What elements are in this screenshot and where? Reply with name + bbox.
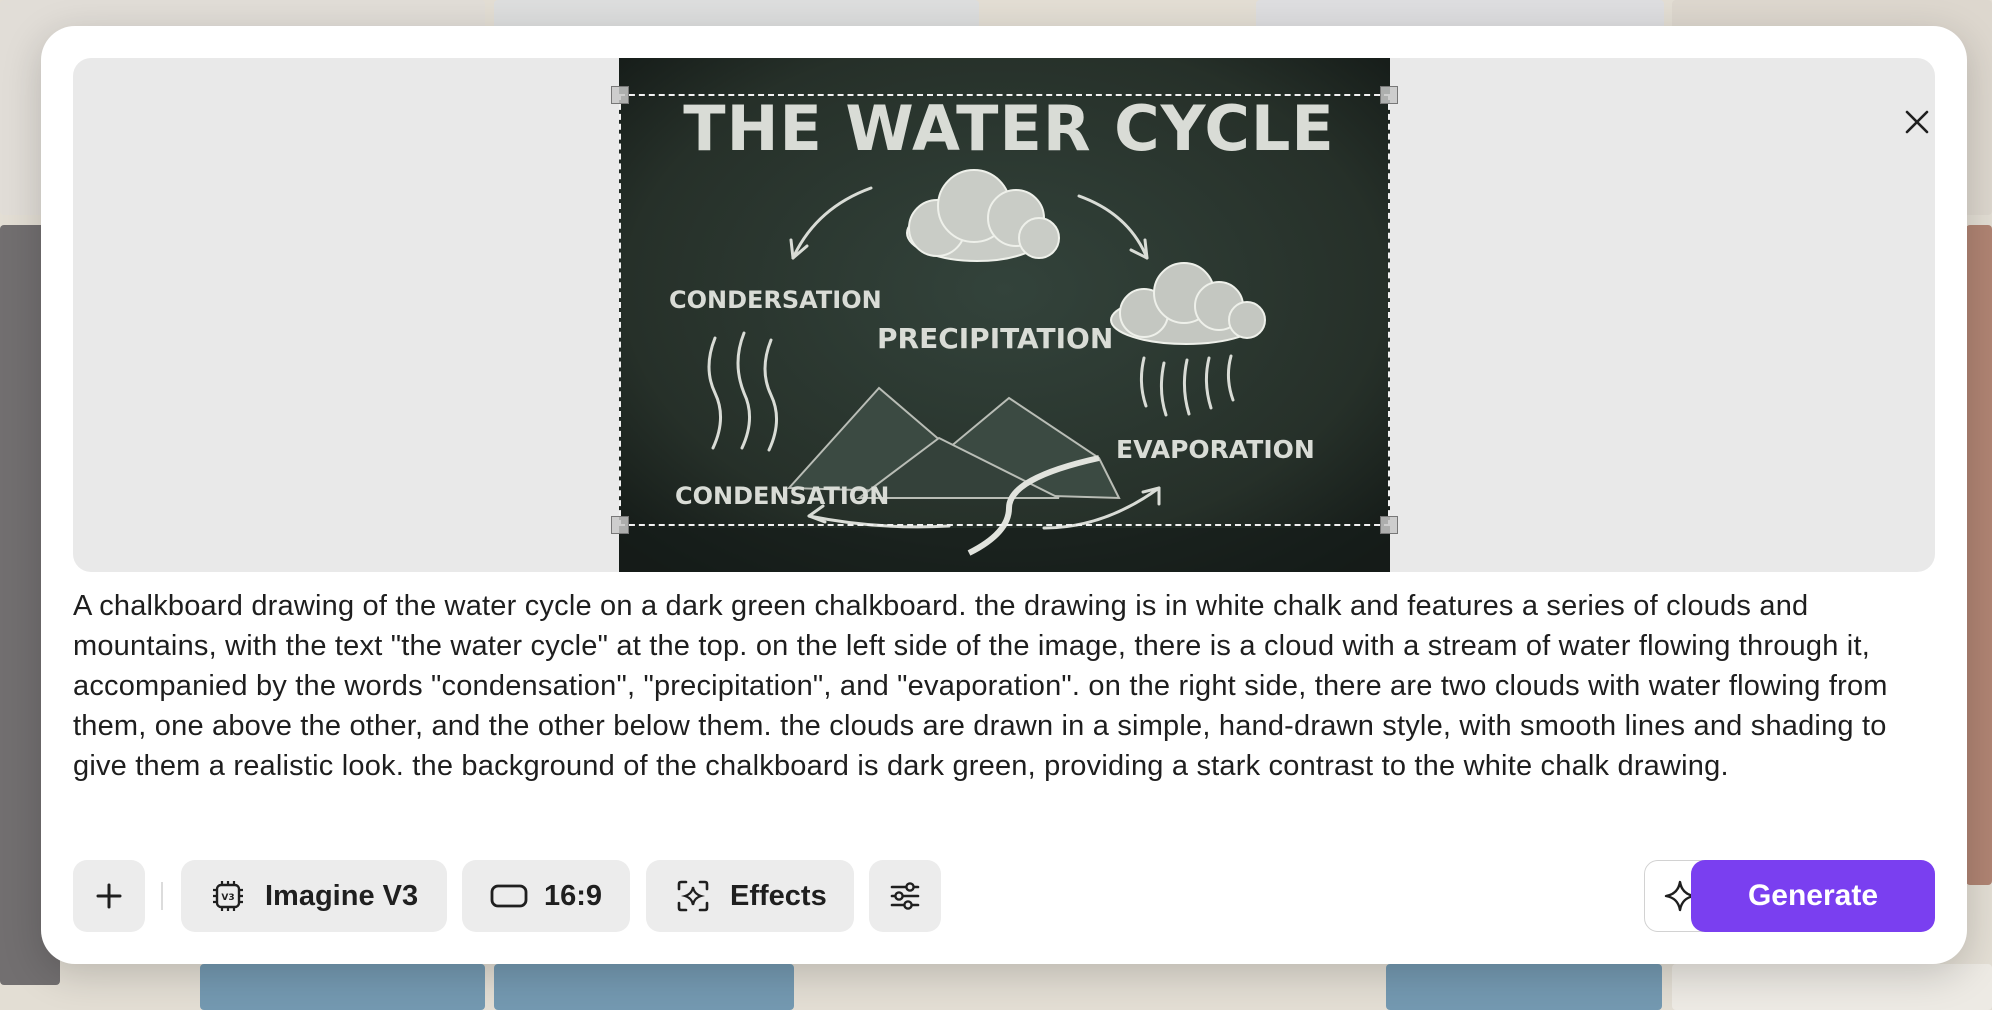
crop-handle-top-right[interactable] xyxy=(1380,86,1398,104)
aspect-ratio-label: 16:9 xyxy=(544,879,603,912)
rectangle-icon xyxy=(490,884,528,908)
prompt-toolbar: V3 Imagine V3 16:9 Effects Generate xyxy=(73,860,1935,932)
image-preview-pane: THE WATER CYCLE CONDERSATION PRECIPITATI… xyxy=(73,58,1935,572)
close-icon xyxy=(1905,110,1929,134)
generate-button[interactable]: Generate xyxy=(1691,860,1935,932)
image-prompt-modal: THE WATER CYCLE CONDERSATION PRECIPITATI… xyxy=(41,26,1967,964)
prompt-text[interactable]: A chalkboard drawing of the water cycle … xyxy=(73,586,1943,786)
close-button[interactable] xyxy=(1893,98,1935,146)
crop-handle-bottom-left[interactable] xyxy=(611,516,629,534)
model-label: Imagine V3 xyxy=(265,879,419,912)
effects-button[interactable]: Effects xyxy=(646,860,854,932)
focus-sparkle-icon xyxy=(677,880,709,912)
plus-icon xyxy=(96,883,122,909)
sliders-icon xyxy=(890,882,920,910)
crop-handle-top-left[interactable] xyxy=(611,86,629,104)
generate-label: Generate xyxy=(1747,879,1879,912)
aspect-ratio-button[interactable]: 16:9 xyxy=(462,860,630,932)
add-button[interactable] xyxy=(73,860,145,932)
toolbar-divider xyxy=(161,882,163,910)
chip-icon: V3 xyxy=(213,881,243,911)
model-badge-text: V3 xyxy=(221,893,234,903)
settings-button[interactable] xyxy=(869,860,941,932)
effects-label: Effects xyxy=(730,879,827,912)
model-selector-button[interactable]: V3 Imagine V3 xyxy=(181,860,447,932)
crop-frame[interactable] xyxy=(611,86,1398,534)
crop-handle-bottom-right[interactable] xyxy=(1380,516,1398,534)
